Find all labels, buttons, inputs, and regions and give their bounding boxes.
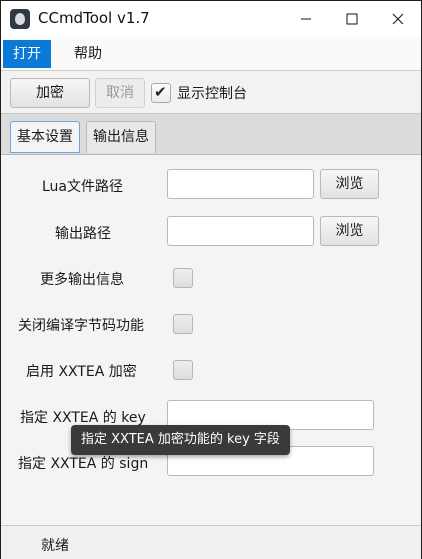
disable-bytecode-label: 关闭编译字节码功能 bbox=[18, 318, 144, 334]
xxtea-key-label: 指定 XXTEA 的 key bbox=[20, 410, 146, 426]
app-window: CCmdTool v1.7 打开 帮助 加密 取消 ✔ 显示控制台 基本设置 输… bbox=[0, 0, 422, 559]
window-title: CCmdTool v1.7 bbox=[38, 9, 150, 27]
maximize-icon bbox=[346, 13, 358, 25]
close-icon bbox=[392, 13, 404, 25]
encrypt-button[interactable]: 加密 bbox=[10, 78, 90, 108]
toolbar: 加密 取消 ✔ 显示控制台 bbox=[1, 71, 421, 114]
xxtea-key-tooltip: 指定 XXTEA 加密功能的 key 字段 bbox=[71, 425, 290, 455]
show-console-label[interactable]: 显示控制台 bbox=[177, 83, 247, 103]
cancel-button[interactable]: 取消 bbox=[95, 78, 145, 108]
status-bar: 就绪 bbox=[1, 525, 421, 559]
tab-output-info[interactable]: 输出信息 bbox=[86, 121, 156, 153]
minimize-button[interactable] bbox=[283, 1, 329, 37]
menu-bar: 打开 帮助 bbox=[1, 37, 421, 71]
tab-basic-settings[interactable]: 基本设置 bbox=[10, 121, 80, 153]
enable-xxtea-label: 启用 XXTEA 加密 bbox=[26, 364, 137, 380]
checkmark-icon: ✔ bbox=[154, 83, 167, 101]
title-bar[interactable]: CCmdTool v1.7 bbox=[1, 1, 421, 37]
enable-xxtea-checkbox[interactable] bbox=[173, 360, 193, 380]
browse-lua-button[interactable]: 浏览 bbox=[320, 169, 379, 199]
output-path-input[interactable] bbox=[167, 216, 314, 246]
more-output-label: 更多输出信息 bbox=[40, 272, 124, 288]
menu-help[interactable]: 帮助 bbox=[64, 40, 112, 68]
disable-bytecode-checkbox[interactable] bbox=[173, 314, 193, 334]
tab-bar: 基本设置 输出信息 bbox=[1, 114, 421, 155]
lua-path-label: Lua文件路径 bbox=[42, 179, 124, 195]
close-button[interactable] bbox=[375, 1, 421, 37]
more-output-checkbox[interactable] bbox=[173, 268, 193, 288]
maximize-button[interactable] bbox=[329, 1, 375, 37]
status-text: 就绪 bbox=[41, 538, 69, 554]
lua-path-input[interactable] bbox=[167, 169, 314, 199]
menu-open[interactable]: 打开 bbox=[3, 40, 51, 68]
xxtea-sign-label: 指定 XXTEA 的 sign bbox=[18, 456, 149, 472]
minimize-icon bbox=[301, 18, 311, 20]
output-path-label: 输出路径 bbox=[55, 226, 111, 242]
browse-output-button[interactable]: 浏览 bbox=[320, 216, 379, 246]
show-console-checkbox[interactable]: ✔ bbox=[151, 83, 171, 103]
app-icon bbox=[10, 9, 30, 29]
basic-settings-panel: Lua文件路径 浏览 输出路径 浏览 更多输出信息 关闭编译字节码功能 启用 X… bbox=[1, 155, 421, 525]
